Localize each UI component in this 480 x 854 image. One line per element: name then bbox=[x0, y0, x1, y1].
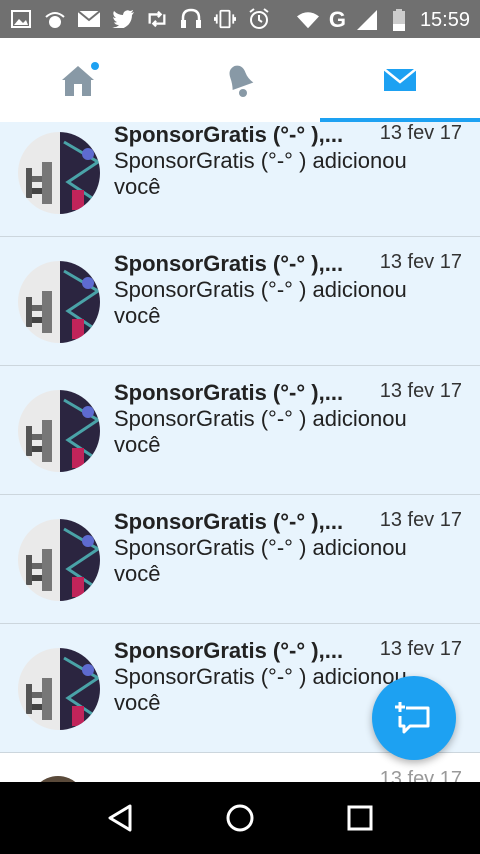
vibrate-icon bbox=[214, 8, 236, 30]
image-icon bbox=[10, 8, 32, 30]
conversation-name: SponsorGratis (°-° ),... bbox=[114, 638, 344, 663]
conversation-row[interactable]: SponsorGratis (°-° ),... 13 fev 17 Spons… bbox=[0, 366, 480, 495]
recents-icon bbox=[347, 805, 373, 831]
conversation-date: 13 fev 17 bbox=[379, 380, 462, 402]
conversation-preview: SponsorGratis (°-° ) adicionou você bbox=[114, 148, 407, 199]
signal-icon bbox=[356, 9, 378, 31]
status-bar: G 15:59 bbox=[0, 0, 480, 38]
headset-icon bbox=[180, 8, 202, 30]
radio-icon bbox=[44, 8, 66, 30]
new-message-icon bbox=[395, 702, 430, 734]
conversation-name: SponsorGratis (°-° ),... bbox=[114, 380, 344, 405]
network-type: G bbox=[328, 7, 346, 32]
conversation-name: ... bbox=[114, 768, 133, 782]
home-icon bbox=[62, 62, 99, 96]
avatar bbox=[18, 261, 100, 343]
avatar bbox=[18, 519, 100, 601]
envelope-icon bbox=[383, 68, 417, 91]
home-button[interactable] bbox=[220, 798, 260, 838]
conversation-date: 13 fev 17 bbox=[379, 251, 462, 273]
battery-icon bbox=[388, 9, 410, 31]
avatar bbox=[18, 648, 100, 730]
wifi-icon bbox=[296, 9, 319, 31]
conversation-row[interactable]: SponsorGratis (°-° ),... 13 fev 17 Spons… bbox=[0, 495, 480, 624]
avatar bbox=[18, 132, 100, 214]
home-badge bbox=[91, 62, 99, 70]
navigation-bar bbox=[0, 782, 480, 854]
retweet-icon bbox=[146, 8, 168, 30]
twitter-icon bbox=[112, 8, 134, 30]
conversation-date: 13 fev 17 bbox=[379, 122, 462, 144]
tab-home[interactable] bbox=[0, 38, 160, 122]
tab-bar bbox=[0, 38, 480, 123]
conversation-name: SponsorGratis (°-° ),... bbox=[114, 251, 344, 276]
new-message-button[interactable] bbox=[372, 676, 456, 760]
recents-button[interactable] bbox=[340, 798, 380, 838]
conversation-preview: SponsorGratis (°-° ) adicionou você bbox=[114, 406, 407, 457]
back-button[interactable] bbox=[100, 798, 140, 838]
avatar bbox=[18, 390, 100, 472]
conversation-date: 13 fev 17 bbox=[379, 638, 462, 660]
home-circle-icon bbox=[226, 804, 254, 832]
back-icon bbox=[108, 804, 132, 832]
mail-icon bbox=[78, 8, 100, 30]
conversation-row[interactable]: SponsorGratis (°-° ),... 13 fev 17 Spons… bbox=[0, 237, 480, 366]
conversation-preview: SponsorGratis (°-° ) adicionou você bbox=[114, 277, 407, 328]
conversation-name: SponsorGratis (°-° ),... bbox=[114, 122, 344, 147]
alarm-icon bbox=[248, 8, 270, 30]
conversation-date: 13 fev 17 bbox=[379, 509, 462, 531]
bell-icon bbox=[229, 65, 254, 97]
conversation-name: SponsorGratis (°-° ),... bbox=[114, 509, 344, 534]
notification-icons bbox=[10, 8, 270, 30]
conversation-preview: SponsorGratis (°-° ) adicionou você bbox=[114, 535, 407, 586]
tab-notifications[interactable] bbox=[160, 38, 320, 122]
tab-messages[interactable] bbox=[320, 38, 480, 122]
clock: 15:59 bbox=[419, 8, 470, 31]
conversation-date: 13 fev 17 bbox=[379, 768, 462, 782]
conversation-row[interactable]: SponsorGratis (°-° ),... 13 fev 17 Spons… bbox=[0, 122, 480, 237]
system-icons: G 15:59 bbox=[296, 7, 470, 33]
